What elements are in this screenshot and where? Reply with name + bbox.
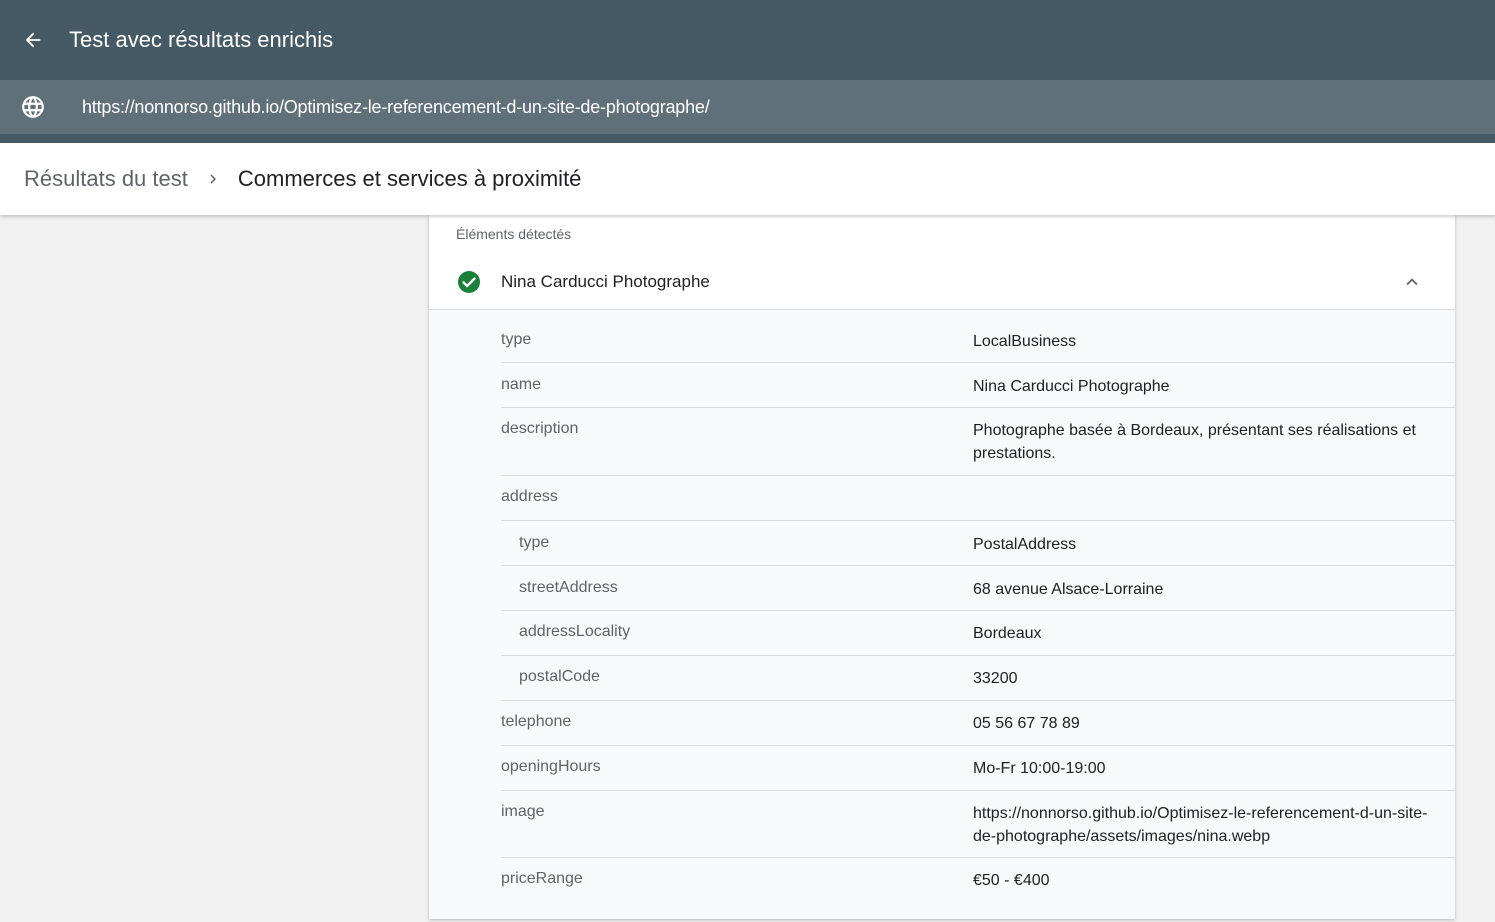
property-row: openingHours Mo-Fr 10:00-19:00: [501, 746, 1455, 791]
property-row: address: [501, 476, 1455, 521]
chevron-up-icon[interactable]: [1401, 271, 1423, 293]
url-field[interactable]: https://nonnorso.github.io/Optimisez-le-…: [0, 80, 1495, 134]
item-header-toggle[interactable]: Nina Carducci Photographe: [429, 255, 1455, 310]
chevron-right-icon: [204, 170, 222, 188]
app-title: Test avec résultats enrichis: [69, 27, 334, 52]
property-row-nested: addressLocality Bordeaux: [501, 611, 1455, 656]
breadcrumb-parent-link[interactable]: Résultats du test: [24, 166, 188, 192]
check-circle-icon: [458, 271, 480, 293]
property-row: type LocalBusiness: [501, 310, 1455, 363]
breadcrumb: Résultats du test Commerces et services …: [0, 143, 1495, 215]
property-row-nested: type PostalAddress: [501, 521, 1455, 566]
property-key: type: [519, 534, 550, 551]
property-table: type LocalBusiness name Nina Carducci Ph…: [429, 310, 1455, 919]
url-text: https://nonnorso.github.io/Optimisez-le-…: [82, 96, 710, 117]
property-key: telephone: [501, 713, 572, 730]
url-bar: https://nonnorso.github.io/Optimisez-le-…: [0, 80, 1495, 143]
section-label: Éléments détectés: [456, 226, 572, 242]
property-value: 68 avenue Alsace-Lorraine: [973, 581, 1164, 598]
property-key: openingHours: [501, 758, 601, 775]
property-value: PostalAddress: [973, 536, 1077, 553]
top-app-bar: Test avec résultats enrichis: [0, 0, 1495, 80]
property-value: 33200: [973, 670, 1018, 687]
property-key: addressLocality: [519, 623, 631, 640]
property-key: streetAddress: [519, 579, 618, 596]
property-value: LocalBusiness: [973, 333, 1077, 350]
property-key: priceRange: [501, 870, 583, 887]
arrow-back-icon: [25, 32, 41, 48]
property-key: description: [501, 420, 579, 437]
property-row-nested: streetAddress 68 avenue Alsace-Lorraine: [501, 566, 1455, 611]
property-key: name: [501, 376, 542, 393]
property-key: type: [501, 331, 532, 348]
property-row: priceRange €50 - €400: [501, 858, 1455, 919]
property-value: Mo-Fr 10:00-19:00: [973, 760, 1106, 777]
property-value-link[interactable]: https://nonnorso.github.io/Optimisez-le-…: [973, 802, 1433, 848]
back-button[interactable]: [17, 24, 49, 56]
property-key: postalCode: [519, 668, 600, 685]
property-key: address: [501, 488, 558, 505]
detected-items-card: Éléments détectés Nina Carducci Photogra…: [429, 215, 1455, 919]
property-value: Bordeaux: [973, 625, 1042, 642]
property-value: 05 56 67 78 89: [973, 715, 1080, 732]
property-row: description Photographe basée à Bordeaux…: [501, 408, 1455, 476]
property-key: image: [501, 803, 545, 820]
property-row: telephone 05 56 67 78 89: [501, 701, 1455, 746]
property-row: image https://nonnorso.github.io/Optimis…: [501, 791, 1455, 858]
item-name: Nina Carducci Photographe: [501, 272, 710, 291]
property-row: name Nina Carducci Photographe: [501, 363, 1455, 408]
property-value: Nina Carducci Photographe: [973, 378, 1170, 395]
breadcrumb-current: Commerces et services à proximité: [237, 166, 582, 191]
property-value: Photographe basée à Bordeaux, présentant…: [973, 422, 1416, 462]
property-row-nested: postalCode 33200: [501, 656, 1455, 701]
globe-icon: [20, 94, 46, 120]
property-value: €50 - €400: [973, 872, 1050, 889]
